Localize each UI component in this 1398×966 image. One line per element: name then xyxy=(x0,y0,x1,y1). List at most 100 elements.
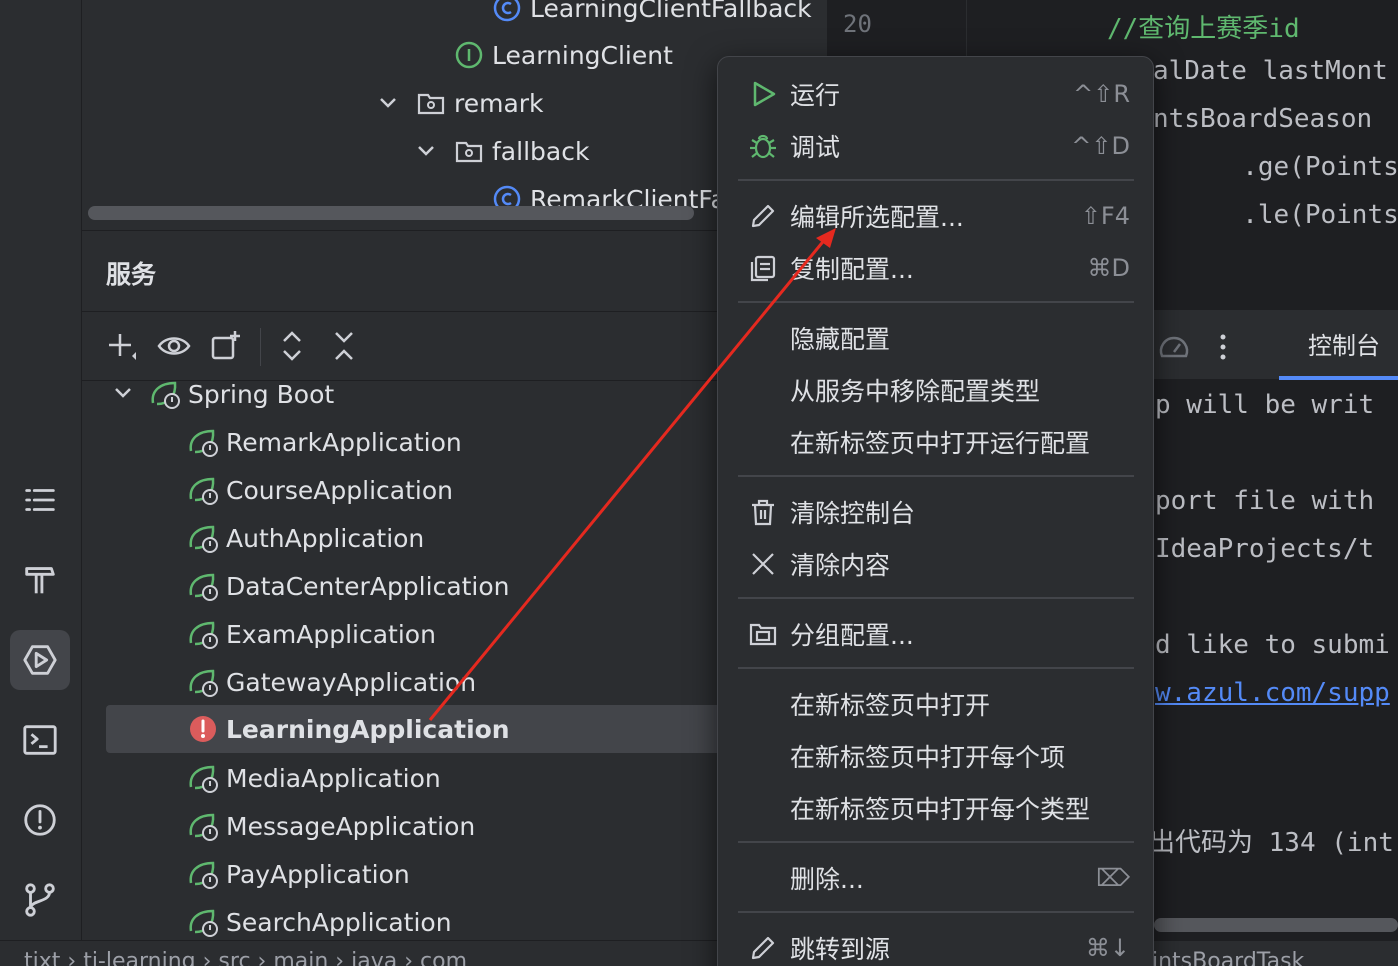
status-bar: tjxt › tj-learning › src › main › java ›… xyxy=(0,940,1398,966)
console-line: d like to submi xyxy=(1155,630,1390,660)
tab-console[interactable]: 控制台 xyxy=(1279,310,1398,380)
spring-boot-icon xyxy=(186,617,220,651)
expand-all-icon[interactable] xyxy=(274,328,310,364)
spring-boot-icon xyxy=(186,569,220,603)
menu-separator xyxy=(738,597,1134,599)
spring-boot-icon xyxy=(186,425,220,459)
pencil-icon xyxy=(748,201,778,231)
gauge-icon[interactable] xyxy=(1157,330,1191,364)
shortcut: ⌘D xyxy=(1087,254,1130,282)
eye-icon[interactable] xyxy=(156,328,192,364)
close-icon xyxy=(748,549,778,579)
menu-item-debug[interactable]: 调试 ^⇧D xyxy=(738,121,1138,171)
menu-item-copy-config[interactable]: 复制配置... ⌘D xyxy=(738,243,1138,293)
spring-boot-icon xyxy=(186,665,220,699)
spring-boot-icon xyxy=(186,857,220,891)
menu-item-hide-config[interactable]: 隐藏配置 xyxy=(738,313,1138,363)
console-line: 出代码为 134 (int xyxy=(1149,828,1394,858)
list-icon xyxy=(25,489,55,511)
new-tab-icon[interactable] xyxy=(208,328,244,364)
spring-boot-icon xyxy=(186,521,220,555)
shortcut: ^⇧R xyxy=(1073,80,1130,108)
menu-item-edit-config[interactable]: 编辑所选配置... ⇧F4 xyxy=(738,191,1138,241)
debug-icon xyxy=(748,131,778,161)
panel-title: 服务 xyxy=(106,260,157,289)
breadcrumb: tjxt › tj-learning › src › main › java ›… xyxy=(24,949,467,966)
menu-separator xyxy=(738,301,1134,303)
collapse-all-icon[interactable] xyxy=(326,328,362,364)
add-icon[interactable] xyxy=(104,328,140,364)
hammer-icon xyxy=(25,567,55,594)
toolbar-separator xyxy=(260,328,261,366)
project-tree: LearningClientFallback LearningClient re… xyxy=(82,0,827,230)
code-line: alDate lastMont xyxy=(1153,56,1388,86)
tree-item[interactable]: remark xyxy=(416,79,544,127)
menu-item-run[interactable]: 运行 ^⇧R xyxy=(738,69,1138,119)
build-tool-button[interactable] xyxy=(10,550,70,610)
menu-item-delete[interactable]: 删除... ⌦ xyxy=(738,853,1138,903)
shortcut: ⇧F4 xyxy=(1080,202,1130,230)
breadcrumb-item[interactable]: tjxt xyxy=(24,949,60,966)
trash-icon xyxy=(748,497,778,527)
class-icon xyxy=(492,0,522,23)
breadcrumb-item[interactable]: intsBoardTask xyxy=(1152,949,1304,966)
menu-item-clear-console[interactable]: 清除控制台 xyxy=(738,487,1138,537)
spring-boot-icon xyxy=(186,761,220,795)
breadcrumb-item[interactable]: main xyxy=(273,949,328,966)
structure-tool-button[interactable] xyxy=(10,470,70,530)
code-line: ntsBoardSeason xyxy=(1153,104,1373,134)
terminal-tool-button[interactable] xyxy=(10,710,70,770)
console-line: IdeaProjects/t xyxy=(1155,534,1375,564)
code-line: .ge(Points xyxy=(1117,152,1398,182)
horizontal-scrollbar[interactable] xyxy=(1154,918,1398,932)
menu-item-clear-content[interactable]: 清除内容 xyxy=(738,539,1138,589)
folder-icon xyxy=(748,619,778,649)
problems-icon xyxy=(24,804,56,836)
code-line: //查询上赛季id xyxy=(1107,14,1300,44)
spring-boot-icon xyxy=(186,905,220,939)
terminal-icon xyxy=(23,725,57,755)
console-link[interactable]: w.azul.com/supp xyxy=(1155,678,1390,708)
problems-tool-button[interactable] xyxy=(10,790,70,850)
chevron-down-icon[interactable] xyxy=(377,92,399,114)
menu-item-group-config[interactable]: 分组配置... xyxy=(738,609,1138,659)
console-line: p will be writ xyxy=(1155,390,1375,420)
menu-separator xyxy=(738,475,1134,477)
tool-window-rail xyxy=(0,0,82,966)
error-icon xyxy=(186,712,220,746)
tree-item[interactable]: LearningClientFallback xyxy=(492,0,812,32)
delete-key-icon: ⌦ xyxy=(1096,864,1130,892)
package-folder-icon xyxy=(454,136,484,166)
tree-item[interactable]: LearningClient xyxy=(454,31,673,79)
breadcrumb-item[interactable]: src xyxy=(218,949,250,966)
services-tool-button[interactable] xyxy=(10,630,70,690)
spring-boot-icon xyxy=(186,473,220,507)
breadcrumb-item[interactable]: java xyxy=(351,949,397,966)
menu-item-open-run-config-new-tab[interactable]: 在新标签页中打开运行配置 xyxy=(738,417,1138,467)
horizontal-scrollbar[interactable] xyxy=(88,206,694,220)
menu-item-open-new-tab[interactable]: 在新标签页中打开 xyxy=(738,679,1138,729)
menu-item-open-each-item[interactable]: 在新标签页中打开每个项 xyxy=(738,731,1138,781)
pencil-icon xyxy=(748,933,778,963)
breadcrumb-item[interactable]: com xyxy=(420,949,467,966)
git-tool-button[interactable] xyxy=(10,870,70,930)
chevron-down-icon[interactable] xyxy=(112,382,134,404)
more-options-icon[interactable] xyxy=(1213,330,1233,364)
copy-icon xyxy=(748,253,778,283)
spring-boot-icon xyxy=(148,377,182,411)
run-icon xyxy=(748,79,778,109)
chevron-down-icon[interactable] xyxy=(415,140,437,162)
code-line: .le(Points xyxy=(1117,200,1398,230)
menu-item-remove-config-type[interactable]: 从服务中移除配置类型 xyxy=(738,365,1138,415)
menu-item-open-each-type[interactable]: 在新标签页中打开每个类型 xyxy=(738,783,1138,833)
context-menu: 运行 ^⇧R 调试 ^⇧D 编辑所选配置... ⇧F4 复制配置... ⌘D 隐… xyxy=(717,56,1154,966)
git-branch-icon xyxy=(25,883,55,917)
menu-separator xyxy=(738,841,1134,843)
tree-item[interactable]: fallback xyxy=(454,127,589,175)
shortcut: ⌘↓ xyxy=(1085,934,1130,962)
interface-icon xyxy=(454,40,484,70)
menu-item-jump-to-source[interactable]: 跳转到源 ⌘↓ xyxy=(738,923,1138,966)
menu-separator xyxy=(738,179,1134,181)
breadcrumb-item[interactable]: tj-learning xyxy=(83,949,195,966)
package-folder-icon xyxy=(416,88,446,118)
